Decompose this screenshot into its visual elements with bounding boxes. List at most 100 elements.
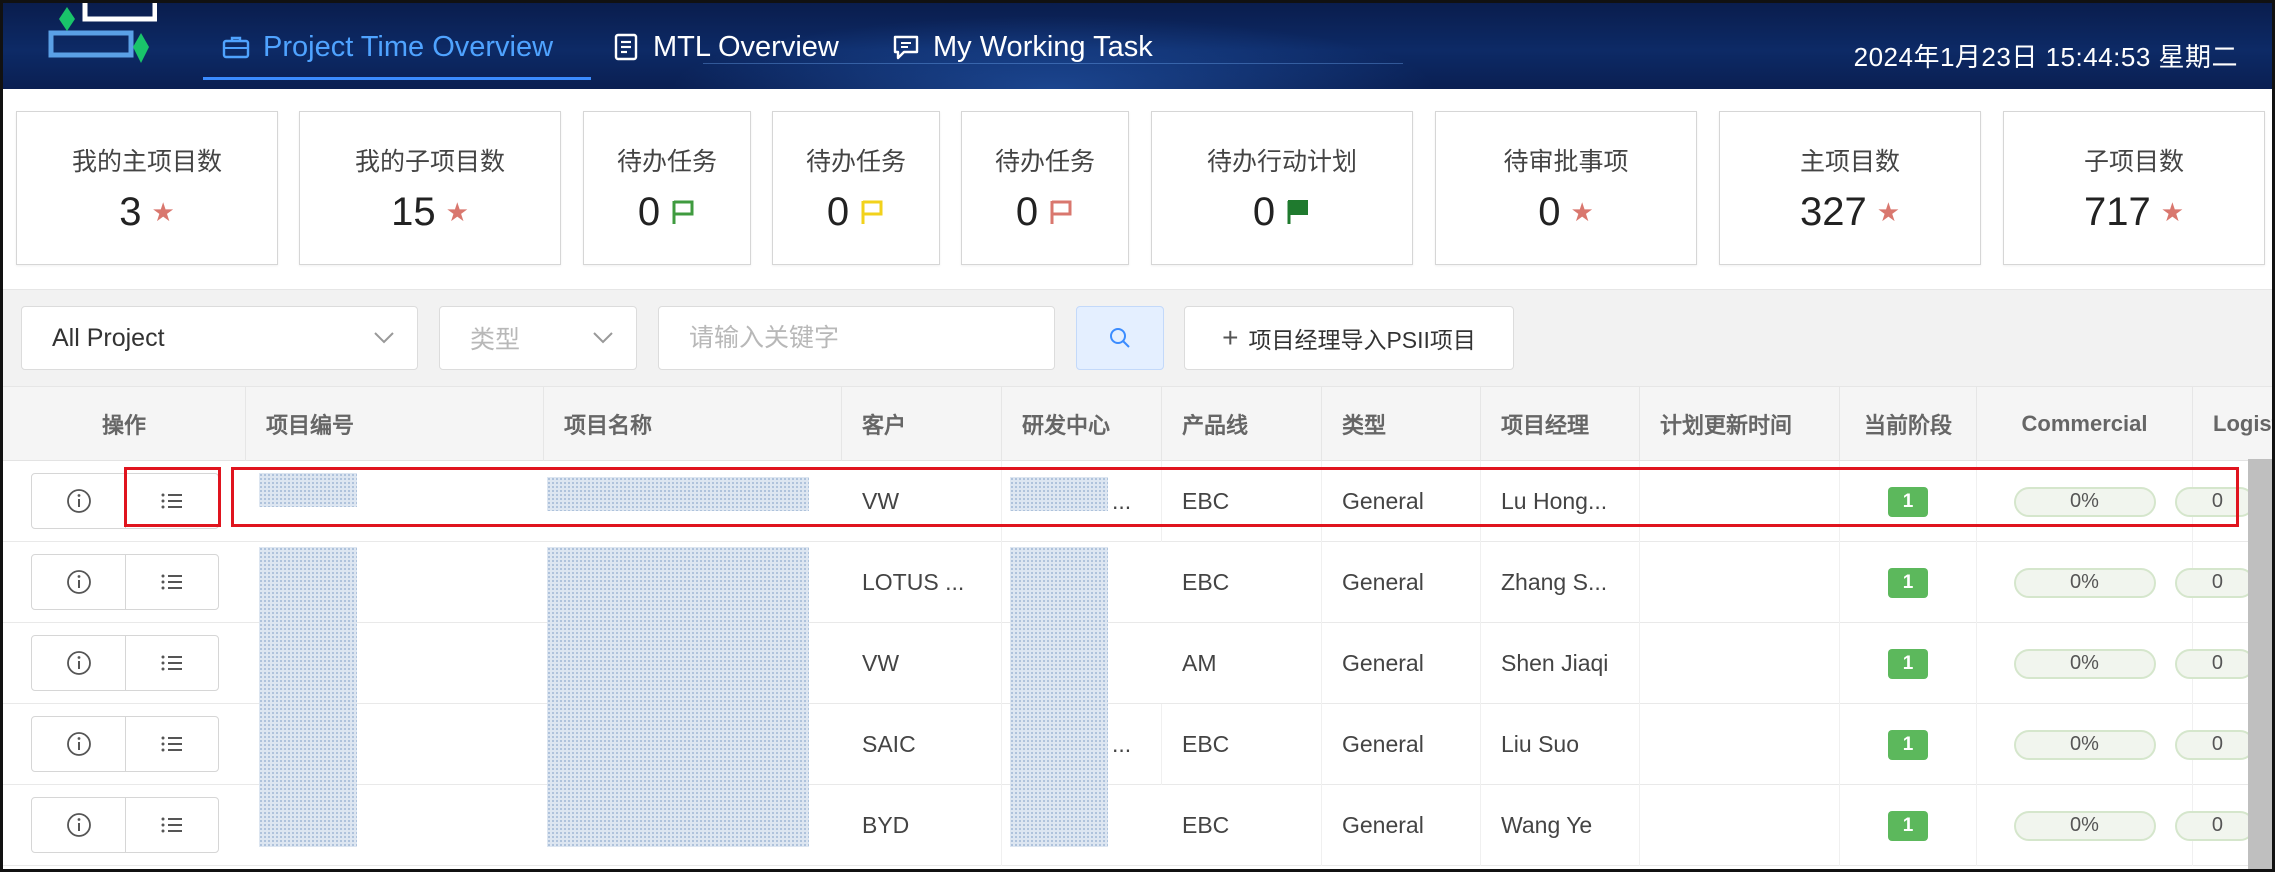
redacted-project-no-block [259, 547, 357, 847]
stat-value: 0 [1015, 189, 1039, 234]
search-icon [1110, 328, 1130, 348]
col-header-manager[interactable]: 项目经理 [1481, 387, 1640, 461]
list-button[interactable] [125, 474, 218, 528]
cell-stage: 1 [1840, 461, 1977, 542]
cell-manager: Zhang S... [1481, 542, 1640, 623]
table-row[interactable]: VW ... EBC General Lu Hong... 1 0% 0 [3, 461, 2272, 542]
search-button[interactable] [1076, 306, 1164, 370]
cell-plan-update [1640, 623, 1840, 704]
stat-card-todo-tasks-yellow[interactable]: 待办任务 0 [772, 111, 940, 265]
col-header-project-no[interactable]: 项目编号 [246, 387, 544, 461]
redacted-project-no [259, 473, 357, 507]
stat-title: 待办任务 [994, 147, 1095, 176]
col-header-commercial[interactable]: Commercial [1977, 387, 2193, 461]
stat-title: 待审批事项 [1503, 147, 1629, 176]
logistic-progress: 0 [2175, 810, 2255, 841]
stage-badge: 1 [1888, 567, 1928, 598]
stat-card-pending-approvals[interactable]: 待审批事项 0 ★ [1435, 111, 1697, 265]
company-logo [48, 3, 157, 63]
active-tab-underline [203, 77, 591, 80]
cell-manager: Liu Suo [1481, 704, 1640, 785]
col-header-logistic[interactable]: Logistic [2193, 387, 2272, 461]
stat-card-main-projects[interactable]: 主项目数 327 ★ [1719, 111, 1981, 265]
chevron-down-icon [374, 332, 394, 344]
commercial-progress: 0% [2013, 648, 2156, 679]
stat-card-sub-projects[interactable]: 子项目数 717 ★ [2003, 111, 2265, 265]
stat-title: 我的子项目数 [354, 147, 505, 176]
cell-type: General [1322, 461, 1481, 542]
list-button[interactable] [125, 798, 218, 852]
col-header-rd-center[interactable]: 研发中心 [1002, 387, 1162, 461]
list-icon [161, 736, 182, 752]
redacted-rd-center [1010, 477, 1108, 511]
list-button[interactable] [125, 636, 218, 690]
cell-plan-update [1640, 542, 1840, 623]
stat-title: 我的主项目数 [71, 147, 222, 176]
col-header-type[interactable]: 类型 [1322, 387, 1481, 461]
cell-type: General [1322, 785, 1481, 866]
row-actions [31, 797, 219, 853]
stat-value: 15 [391, 189, 436, 234]
flag-icon [1050, 200, 1072, 224]
commercial-progress: 0% [2013, 567, 2156, 598]
stat-value: 717 [2083, 189, 2151, 234]
info-button[interactable] [32, 717, 125, 771]
col-header-plan-update[interactable]: 计划更新时间 [1640, 387, 1840, 461]
type-select[interactable]: 类型 [439, 306, 637, 370]
list-button[interactable] [125, 717, 218, 771]
info-icon [66, 489, 91, 513]
stat-title: 待办任务 [805, 147, 906, 176]
stat-value: 0 [1538, 189, 1561, 234]
stat-card-todo-tasks-green[interactable]: 待办任务 0 [583, 111, 751, 265]
redacted-rd-center-block [1010, 547, 1108, 847]
cell-plan-update [1640, 461, 1840, 542]
chevron-down-icon [593, 332, 613, 344]
stat-value: 3 [119, 189, 142, 234]
list-icon [161, 817, 182, 833]
cell-type: General [1322, 623, 1481, 704]
project-select[interactable]: All Project [21, 306, 418, 370]
stat-card-my-main-projects[interactable]: 我的主项目数 3 ★ [16, 111, 278, 265]
redacted-project-name-block [547, 547, 809, 847]
stat-value: 0 [1252, 189, 1276, 234]
app-frame: Project Time Overview MTL Overview My Wo… [0, 0, 2275, 872]
logistic-progress: 0 [2175, 729, 2255, 760]
table-scrollbar[interactable] [2248, 459, 2272, 869]
cell-product-line: EBC [1162, 542, 1322, 623]
cell-manager: Wang Ye [1481, 785, 1640, 866]
list-icon [161, 493, 182, 509]
list-button[interactable] [125, 555, 218, 609]
tab-mtl-overview[interactable]: MTL Overview [611, 23, 839, 71]
import-psii-project-button[interactable]: + 项目经理导入PSII项目 [1184, 306, 1514, 370]
stat-card-my-sub-projects[interactable]: 我的子项目数 15 ★ [299, 111, 561, 265]
stat-card-action-plans[interactable]: 待办行动计划 0 [1151, 111, 1413, 265]
info-icon [66, 570, 91, 594]
info-button[interactable] [32, 474, 125, 528]
stage-badge: 1 [1888, 810, 1928, 841]
stats-panel: 我的主项目数 3 ★ 我的子项目数 15 ★ 待办任务 0 待办任务 0 待办任务 … [3, 89, 2272, 289]
cell-product-line: AM [1162, 623, 1322, 704]
row-actions [31, 554, 219, 610]
stat-title: 待办行动计划 [1206, 147, 1357, 176]
star-icon: ★ [1570, 196, 1594, 227]
col-header-stage[interactable]: 当前阶段 [1840, 387, 1977, 461]
col-header-project-name[interactable]: 项目名称 [544, 387, 842, 461]
project-table: 操作 项目编号 项目名称 客户 研发中心 产品线 类型 项目经理 计划更新时间 … [3, 387, 2272, 869]
info-button[interactable] [32, 636, 125, 690]
tab-my-working-task[interactable]: My Working Task [891, 23, 1153, 71]
tab-label: My Working Task [933, 30, 1153, 63]
tab-project-time-overview[interactable]: Project Time Overview [221, 23, 553, 71]
col-header-customer[interactable]: 客户 [842, 387, 1002, 461]
cell-stage: 1 [1840, 704, 1977, 785]
keyword-search-input[interactable] [658, 306, 1055, 370]
row-actions [31, 635, 219, 691]
star-icon: ★ [445, 196, 469, 227]
info-button[interactable] [32, 555, 125, 609]
info-button[interactable] [32, 798, 125, 852]
col-header-product-line[interactable]: 产品线 [1162, 387, 1322, 461]
row-actions [31, 473, 219, 529]
cell-commercial: 0% [1977, 461, 2193, 542]
cell-product-line: EBC [1162, 785, 1322, 866]
stat-card-todo-tasks-red[interactable]: 待办任务 0 [961, 111, 1129, 265]
cell-customer: SAIC [842, 704, 1002, 785]
